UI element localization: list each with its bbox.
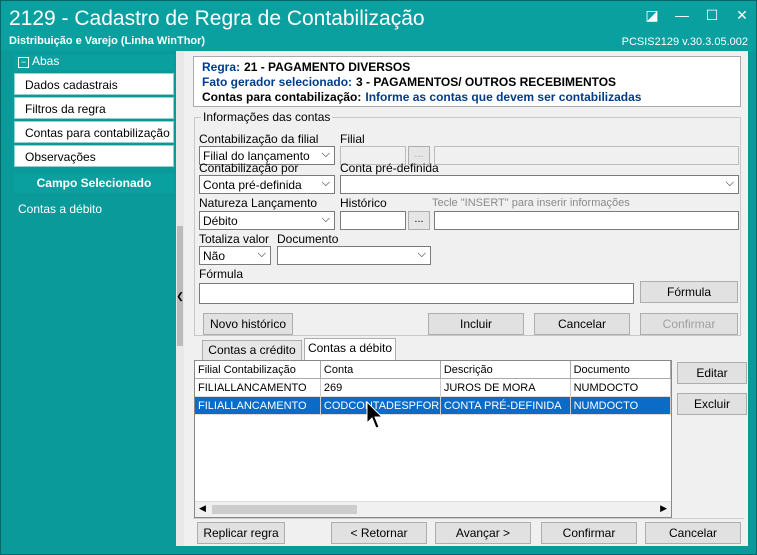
restore-icon[interactable]: ◪ — [644, 7, 660, 24]
group-title: Informações das contas — [203, 110, 331, 124]
footer-confirmar-button[interactable]: Confirmar — [541, 522, 637, 544]
title-bar: 2129 - Cadastro de Regra de Contabilizaç… — [1, 1, 756, 51]
scroll-right-icon[interactable]: ▶ — [660, 503, 667, 514]
chevron-down-icon: ⌵ — [321, 148, 330, 160]
regra-label: Regra: — [202, 60, 241, 74]
table-row[interactable]: FILIALLANCAMENTO 269 JUROS DE MORA NUMDO… — [195, 378, 671, 397]
table-cell: FILIALLANCAMENTO — [195, 396, 321, 415]
column-header[interactable]: Descrição — [440, 361, 571, 379]
application-window: 2129 - Cadastro de Regra de Contabilizaç… — [0, 0, 757, 555]
contas-grid: Filial Contabilização Conta Descrição Do… — [194, 360, 672, 518]
mouse-cursor-icon — [366, 401, 384, 429]
historico-hint: Tecle "INSERT" para inserir informações — [432, 197, 630, 209]
abas-header-label: Abas — [32, 54, 60, 68]
historico-text-input[interactable] — [434, 211, 739, 230]
fato-value: 3 - PAGAMENTOS/ OUTROS RECEBIMENTOS — [356, 75, 617, 89]
chevron-down-icon: ⌵ — [321, 213, 330, 225]
scroll-thumb[interactable] — [212, 505, 357, 514]
conta-pre-select[interactable]: ⌵ — [340, 175, 739, 194]
scroll-left-icon[interactable]: ◀ — [199, 503, 206, 514]
editar-button[interactable]: Editar — [677, 362, 747, 384]
regra-value: 21 - PAGAMENTO DIVERSOS — [244, 60, 411, 74]
cancelar-button[interactable]: Cancelar — [534, 313, 630, 335]
table-row-selected[interactable]: FILIALLANCAMENTO CODCONTADESPFORNEC CONT… — [195, 396, 671, 415]
campo-selecionado-header: Campo Selecionado — [14, 173, 174, 193]
footer-bar: Replicar regra < Retornar Avançar > Conf… — [193, 518, 744, 547]
table-cell: JUROS DE MORA — [440, 378, 571, 397]
table-cell: 269 — [320, 378, 441, 397]
totaliza-value: Não — [203, 249, 226, 263]
campo-selecionado-value: Contas a débito — [18, 202, 103, 216]
minimize-icon[interactable]: — — [674, 7, 690, 24]
sidebar-splitter[interactable]: ❮ — [176, 51, 184, 546]
footer-cancelar-button[interactable]: Cancelar — [645, 522, 741, 544]
natureza-label: Natureza Lançamento — [199, 196, 318, 210]
table-cell: NUMDOCTO — [570, 378, 671, 397]
collapse-arrow-icon[interactable]: ❮ — [176, 291, 184, 302]
totaliza-label: Totaliza valor — [199, 232, 270, 246]
replicar-regra-button[interactable]: Replicar regra — [197, 522, 285, 544]
sidebar-item-dados-cadastrais[interactable]: Dados cadastrais — [14, 73, 174, 95]
sidebar-item-observacoes[interactable]: Observações — [14, 145, 174, 167]
chevron-down-icon: ⌵ — [725, 177, 734, 189]
collapse-icon[interactable]: − — [18, 57, 29, 68]
column-header[interactable]: Filial Contabilização — [195, 361, 321, 379]
client-area: − Abas Dados cadastrais Filtros da regra … — [11, 51, 748, 546]
version-label: PCSIS2129 v.30.3.05.002 — [621, 36, 748, 48]
novo-historico-button[interactable]: Novo histórico — [203, 313, 293, 335]
documento-select[interactable]: ⌵ — [277, 246, 431, 265]
grid-horizontal-scrollbar[interactable]: ◀ ▶ — [195, 501, 671, 517]
tab-contas-debito[interactable]: Contas a débito — [304, 338, 396, 360]
column-header[interactable]: Documento — [570, 361, 671, 379]
contab-por-value: Conta pré-definida — [203, 178, 302, 192]
contas-table: Filial Contabilização Conta Descrição Do… — [195, 361, 671, 415]
sidebar-item-filtros[interactable]: Filtros da regra — [14, 97, 174, 119]
fato-label: Fato gerador selecionado: — [202, 75, 353, 89]
contas-label: Contas para contabilização: — [202, 90, 362, 104]
historico-input[interactable] — [340, 211, 406, 230]
historico-label: Histórico — [340, 196, 387, 210]
sidebar: − Abas Dados cadastrais Filtros da regra … — [11, 51, 176, 546]
formula-button[interactable]: Fórmula — [640, 281, 738, 303]
formula-input[interactable] — [199, 283, 634, 304]
formula-label: Fórmula — [199, 267, 244, 281]
main-panel: Regra: 21 - PAGAMENTO DIVERSOS Fato gerad… — [189, 54, 748, 546]
totaliza-select[interactable]: Não ⌵ — [199, 246, 271, 265]
window-title: 2129 - Cadastro de Regra de Contabilizaç… — [9, 7, 425, 30]
contab-por-label: Contabilização por — [199, 161, 299, 175]
confirmar-button[interactable]: Confirmar — [640, 313, 738, 335]
abas-header[interactable]: − Abas — [14, 54, 174, 70]
conta-pre-label: Conta pré-definida — [340, 161, 439, 175]
maximize-icon[interactable]: ☐ — [704, 7, 720, 24]
informacoes-contas-group: Informações das contas Contabilização da… — [194, 110, 741, 336]
close-icon[interactable]: ✕ — [734, 7, 750, 24]
historico-lookup-button[interactable]: ... — [408, 211, 430, 230]
contas-value: Informe as contas que devem ser contabil… — [365, 90, 642, 104]
splitter-thumb[interactable] — [177, 226, 183, 346]
table-cell: NUMDOCTO — [570, 396, 671, 415]
window-subtitle: Distribuição e Varejo (Linha WinThor) — [9, 35, 206, 47]
avancar-button[interactable]: Avançar > — [435, 522, 531, 544]
chevron-down-icon: ⌵ — [321, 177, 330, 189]
chevron-down-icon: ⌵ — [417, 248, 426, 260]
filial-description — [434, 146, 739, 165]
info-panel: Regra: 21 - PAGAMENTO DIVERSOS Fato gerad… — [193, 56, 741, 107]
window-controls: ◪ — ☐ ✕ — [644, 7, 750, 24]
natureza-select[interactable]: Débito ⌵ — [199, 211, 335, 230]
natureza-value: Débito — [203, 214, 238, 228]
tab-contas-credito[interactable]: Contas a crédito — [202, 340, 302, 360]
incluir-button[interactable]: Incluir — [428, 313, 524, 335]
table-cell: CONTA PRÉ-DEFINIDA — [440, 396, 571, 415]
excluir-button[interactable]: Excluir — [677, 393, 747, 415]
sidebar-item-contas[interactable]: Contas para contabilização — [14, 121, 174, 143]
filial-label: Filial — [340, 132, 365, 146]
table-cell: FILIALLANCAMENTO — [195, 378, 321, 397]
chevron-down-icon: ⌵ — [257, 248, 266, 260]
table-header-row: Filial Contabilização Conta Descrição Do… — [195, 361, 671, 379]
documento-label: Documento — [277, 232, 339, 246]
contab-filial-label: Contabilização da filial — [199, 132, 319, 146]
retornar-button[interactable]: < Retornar — [331, 522, 427, 544]
contab-por-select[interactable]: Conta pré-definida ⌵ — [199, 175, 335, 194]
column-header[interactable]: Conta — [320, 361, 441, 379]
